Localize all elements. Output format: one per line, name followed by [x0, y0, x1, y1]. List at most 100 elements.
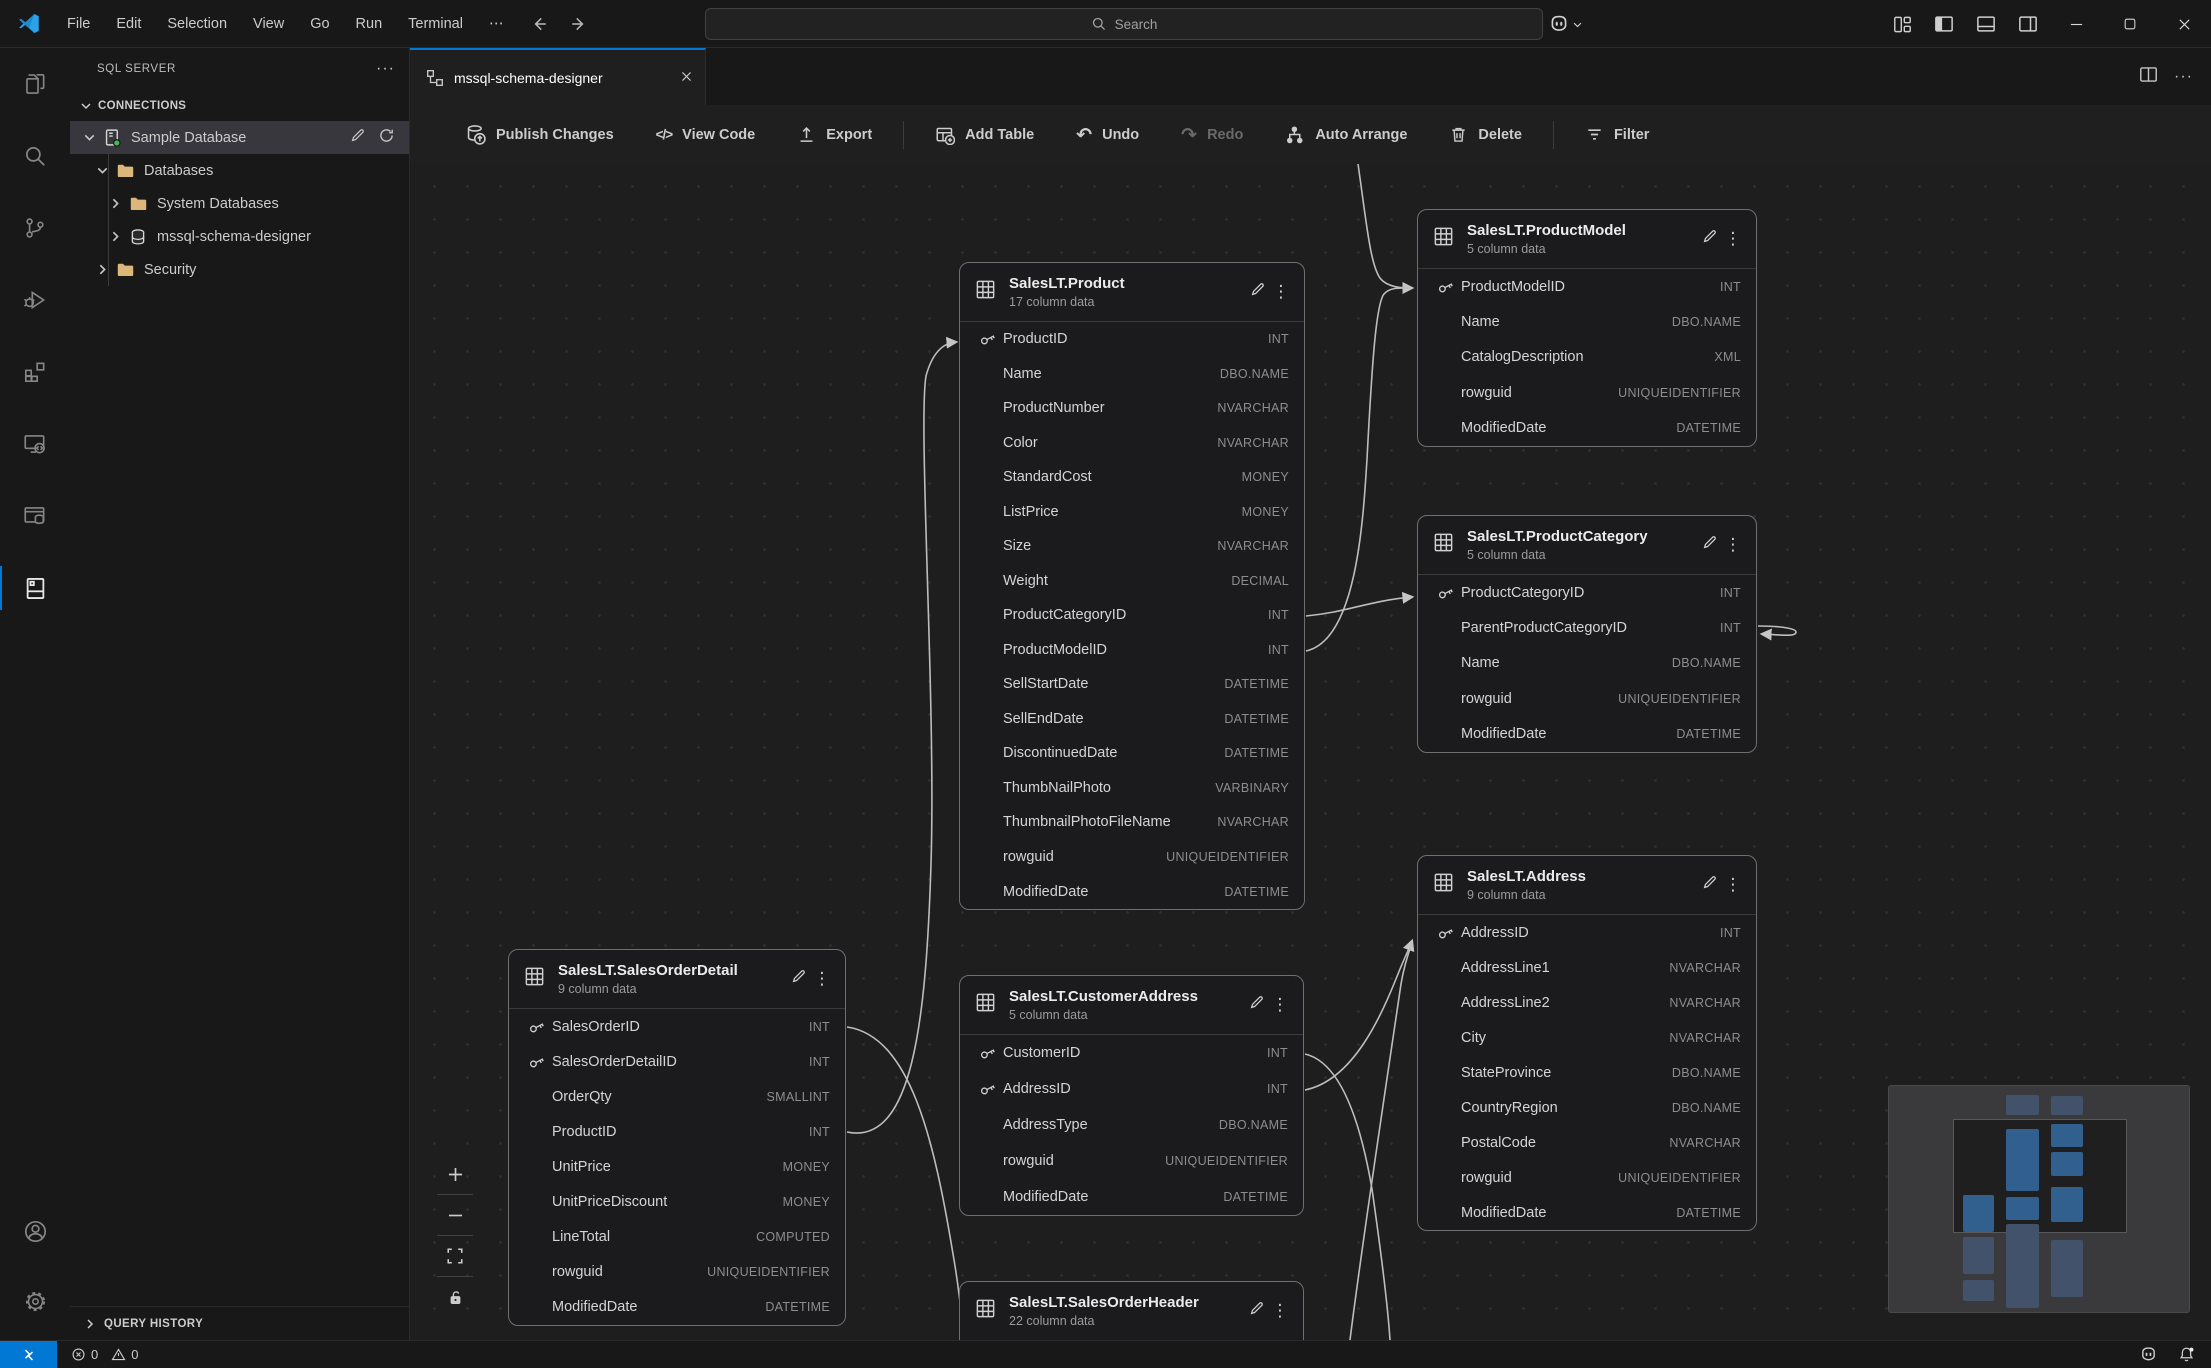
activitybar-item-database-projects[interactable]: [0, 480, 70, 552]
chevron-right-icon[interactable]: [91, 261, 113, 278]
fit-view-button[interactable]: [434, 1236, 476, 1276]
delete-button[interactable]: Delete: [1428, 115, 1543, 155]
column-row[interactable]: ProductIDINT: [960, 322, 1304, 357]
minimap[interactable]: [1888, 1085, 2190, 1313]
tab-mssql-schema-designer[interactable]: mssql-schema-designer: [410, 48, 706, 105]
column-row[interactable]: AddressLine1NVARCHAR: [1418, 950, 1756, 985]
column-row[interactable]: ParentProductCategoryIDINT: [1418, 610, 1756, 645]
menu-terminal[interactable]: Terminal: [395, 0, 476, 48]
tree-item-security[interactable]: Security: [70, 253, 409, 286]
minimize-button[interactable]: [2049, 0, 2103, 48]
column-row[interactable]: ThumbnailPhotoFileNameNVARCHAR: [960, 805, 1304, 840]
table-sales-order-header[interactable]: SalesLT.SalesOrderHeader22 column data⋮: [959, 1281, 1304, 1340]
schema-canvas[interactable]: SalesLT.Product17 column data⋮ProductIDI…: [410, 164, 2211, 1340]
tab-close-icon[interactable]: [680, 70, 693, 86]
table-customer-address[interactable]: SalesLT.CustomerAddress5 column data⋮Cus…: [959, 975, 1304, 1216]
undo-button[interactable]: ↶Undo: [1055, 115, 1160, 155]
column-row[interactable]: StandardCostMONEY: [960, 460, 1304, 495]
activitybar-item-sql-server[interactable]: [0, 552, 70, 624]
query-history-header[interactable]: QUERY HISTORY: [70, 1306, 409, 1340]
chevron-down-icon[interactable]: [91, 162, 113, 179]
table-address[interactable]: SalesLT.Address9 column data⋮AddressIDIN…: [1417, 855, 1757, 1231]
column-row[interactable]: UnitPriceDiscountMONEY: [509, 1185, 845, 1220]
notifications-bell[interactable]: [2178, 1346, 2195, 1363]
lock-button[interactable]: [434, 1277, 476, 1317]
column-row[interactable]: ModifiedDateDATETIME: [1418, 411, 1756, 446]
view-code-button[interactable]: </>View Code: [635, 115, 777, 155]
column-row[interactable]: NameDBO.NAME: [960, 357, 1304, 392]
connections-section-header[interactable]: CONNECTIONS: [70, 90, 409, 121]
export-button[interactable]: Export: [776, 115, 893, 155]
table-more-icon[interactable]: ⋮: [1722, 875, 1744, 895]
remote-indicator[interactable]: [0, 1341, 57, 1368]
column-row[interactable]: rowguidUNIQUEIDENTIFIER: [1418, 375, 1756, 410]
menu-selection[interactable]: Selection: [154, 0, 240, 48]
toggle-primary-sidebar-icon[interactable]: [1923, 0, 1965, 48]
refresh-icon[interactable]: [378, 127, 395, 148]
column-row[interactable]: ModifiedDateDATETIME: [1418, 717, 1756, 752]
nav-forward-icon[interactable]: [562, 7, 596, 41]
table-more-icon[interactable]: ⋮: [811, 969, 833, 989]
column-row[interactable]: NameDBO.NAME: [1418, 646, 1756, 681]
edit-table-icon[interactable]: [1701, 874, 1718, 896]
column-row[interactable]: UnitPriceMONEY: [509, 1149, 845, 1184]
column-row[interactable]: StateProvinceDBO.NAME: [1418, 1055, 1756, 1090]
column-row[interactable]: ProductModelIDINT: [1418, 269, 1756, 304]
column-row[interactable]: CustomerIDINT: [960, 1035, 1303, 1071]
column-row[interactable]: rowguidUNIQUEIDENTIFIER: [960, 840, 1304, 875]
column-row[interactable]: WeightDECIMAL: [960, 564, 1304, 599]
customize-layout-icon[interactable]: [1881, 0, 1923, 48]
column-row[interactable]: SalesOrderIDINT: [509, 1009, 845, 1044]
column-row[interactable]: rowguidUNIQUEIDENTIFIER: [1418, 681, 1756, 716]
column-row[interactable]: CityNVARCHAR: [1418, 1020, 1756, 1055]
table-more-icon[interactable]: ⋮: [1269, 1301, 1291, 1321]
column-row[interactable]: OrderQtySMALLINT: [509, 1079, 845, 1114]
filter-button[interactable]: Filter: [1564, 115, 1670, 155]
column-row[interactable]: rowguidUNIQUEIDENTIFIER: [509, 1255, 845, 1290]
column-row[interactable]: SalesOrderDetailIDINT: [509, 1044, 845, 1079]
copilot-menu[interactable]: [1548, 0, 1583, 48]
table-sales-order-detail[interactable]: SalesLT.SalesOrderDetail9 column data⋮Sa…: [508, 949, 846, 1326]
column-row[interactable]: ProductNumberNVARCHAR: [960, 391, 1304, 426]
column-row[interactable]: LineTotalCOMPUTED: [509, 1220, 845, 1255]
menu-file[interactable]: File: [54, 0, 103, 48]
edit-table-icon[interactable]: [1701, 534, 1718, 556]
column-row[interactable]: ModifiedDateDATETIME: [960, 1179, 1303, 1215]
table-more-icon[interactable]: ⋮: [1722, 229, 1744, 249]
tree-item-mssql-schema-designer[interactable]: mssql-schema-designer: [70, 220, 409, 253]
edit-icon[interactable]: [349, 127, 366, 148]
column-row[interactable]: ModifiedDateDATETIME: [509, 1290, 845, 1325]
table-more-icon[interactable]: ⋮: [1269, 995, 1291, 1015]
menu-go[interactable]: Go: [297, 0, 342, 48]
add-table-button[interactable]: Add Table: [914, 115, 1055, 155]
search-input[interactable]: Search: [705, 8, 1543, 40]
table-more-icon[interactable]: ⋮: [1722, 535, 1744, 555]
activitybar-item-extensions[interactable]: [0, 336, 70, 408]
more-actions-icon[interactable]: ···: [376, 60, 395, 78]
problems-status[interactable]: 0 0: [71, 1347, 138, 1362]
menu-[interactable]: ⋯: [476, 0, 517, 48]
editor-more-actions-icon[interactable]: ···: [2174, 68, 2193, 86]
column-row[interactable]: rowguidUNIQUEIDENTIFIER: [960, 1143, 1303, 1179]
column-row[interactable]: ColorNVARCHAR: [960, 426, 1304, 461]
column-row[interactable]: NameDBO.NAME: [1418, 304, 1756, 339]
column-row[interactable]: PostalCodeNVARCHAR: [1418, 1125, 1756, 1160]
table-more-icon[interactable]: ⋮: [1270, 282, 1292, 302]
table-product-model[interactable]: SalesLT.ProductModel5 column data⋮Produc…: [1417, 209, 1757, 447]
tree-item-databases[interactable]: Databases: [70, 154, 409, 187]
zoom-in-button[interactable]: [434, 1154, 476, 1194]
column-row[interactable]: ProductModelIDINT: [960, 633, 1304, 668]
edit-table-icon[interactable]: [1248, 1300, 1265, 1322]
table-product[interactable]: SalesLT.Product17 column data⋮ProductIDI…: [959, 262, 1305, 910]
column-row[interactable]: ModifiedDateDATETIME: [1418, 1195, 1756, 1230]
activitybar-item-run-debug[interactable]: [0, 264, 70, 336]
publish-button[interactable]: Publish Changes: [444, 115, 635, 155]
column-row[interactable]: CountryRegionDBO.NAME: [1418, 1090, 1756, 1125]
auto-arrange-button[interactable]: Auto Arrange: [1264, 115, 1428, 155]
activitybar-item-search[interactable]: [0, 120, 70, 192]
tree-item-sample-database[interactable]: Sample Database: [70, 121, 409, 154]
activitybar-item-remote-explorer[interactable]: [0, 408, 70, 480]
menu-run[interactable]: Run: [343, 0, 396, 48]
activitybar-item-account[interactable]: [0, 1196, 70, 1266]
tree-item-system-databases[interactable]: System Databases: [70, 187, 409, 220]
